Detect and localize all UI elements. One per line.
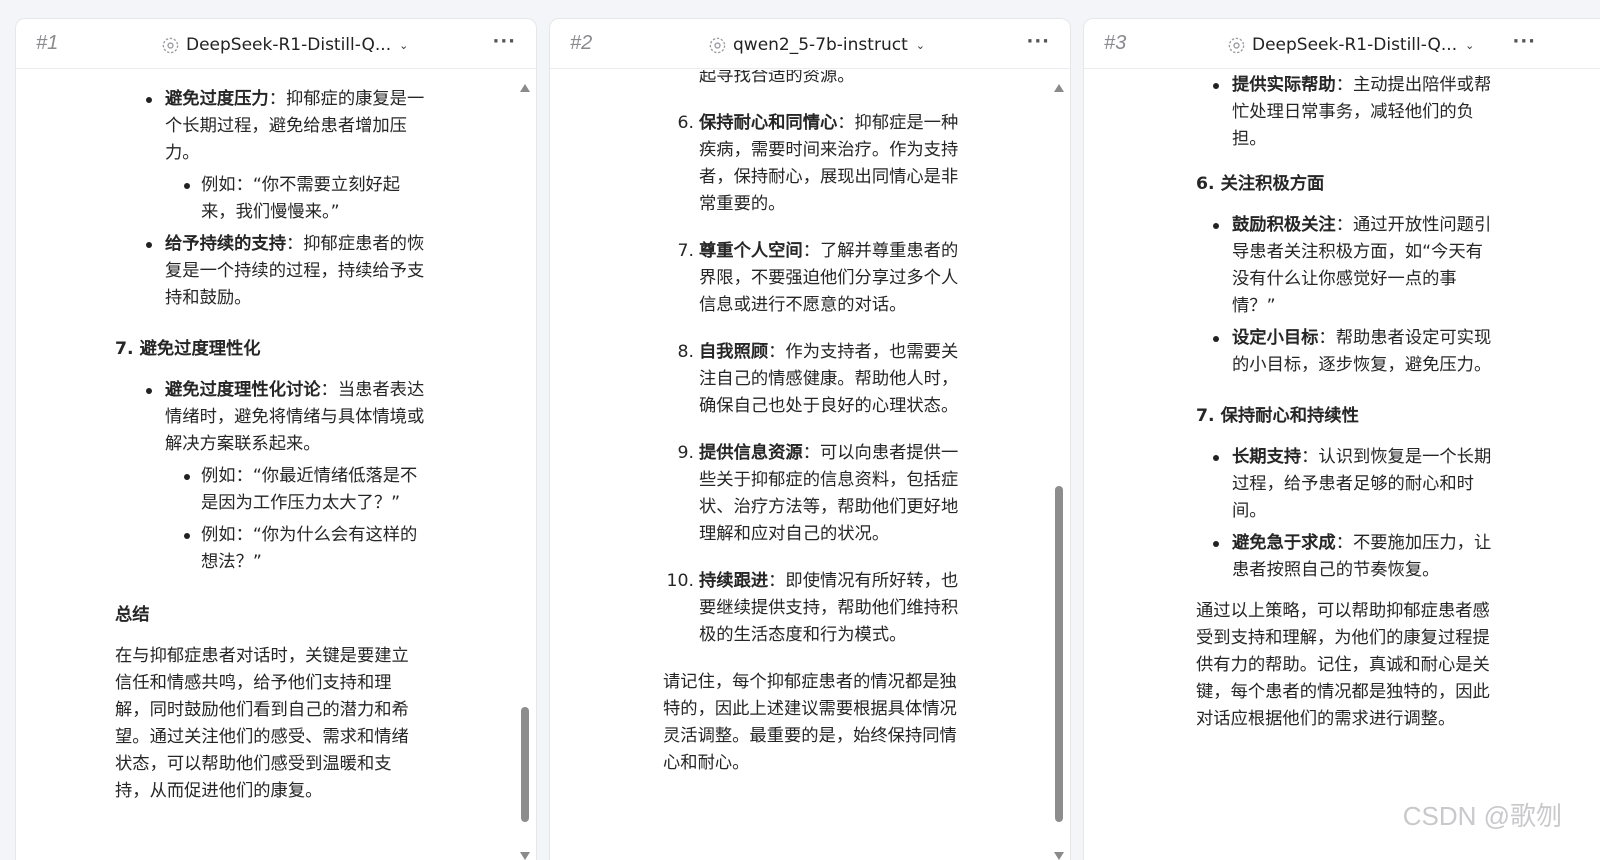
chevron-down-icon: ⌄: [399, 38, 409, 52]
list-item: 例如：“你最近情绪低落是不是因为工作压力太大了？”: [129, 463, 431, 517]
list-item: 避免急于求成：不要施加压力，让患者按照自己的节奏恢复。: [1196, 530, 1496, 584]
scroll-down-icon[interactable]: [520, 852, 530, 860]
panel-header: #2 qwen2_5-7b-instruct ⌄ ···: [550, 19, 1070, 69]
more-options-button[interactable]: ···: [1512, 31, 1536, 52]
summary-paragraph: 在与抑郁症患者对话时，关键是要建立信任和情感共鸣，给予他们支持和理解，同时鼓励他…: [115, 646, 409, 801]
panel-body: 避免过度压力：抑郁症的康复是一个长期过程，避免给患者增加压力。 例如：“你不需要…: [16, 70, 536, 860]
model-name: DeepSeek-R1-Distill-Q...: [186, 35, 392, 55]
model-selector[interactable]: DeepSeek-R1-Distill-Q... ⌄: [1227, 33, 1474, 57]
section-heading: 7. 避免过度理性化: [115, 339, 261, 359]
list-item: 10. 持续跟进：即使情况有所好转，也要继续提供支持，帮助他们维持积极的生活态度和…: [666, 571, 959, 645]
section-heading: 7. 保持耐心和持续性: [1196, 406, 1359, 426]
list-item: 避免过度压力：抑郁症的康复是一个长期过程，避免给患者增加压力。: [129, 86, 431, 167]
model-name: DeepSeek-R1-Distill-Q...: [1252, 35, 1458, 55]
panel-index: #1: [36, 32, 59, 54]
response-panel-2: #2 qwen2_5-7b-instruct ⌄ ··· 起寻找合适的资源。 6…: [549, 18, 1071, 860]
scrollbar[interactable]: [1052, 70, 1066, 860]
model-name: qwen2_5-7b-instruct: [733, 35, 908, 55]
list-item: 6. 保持耐心和同情心：抑郁症是一种疾病，需要时间来治疗。作为支持者，保持耐心，展…: [677, 113, 959, 214]
list-item: 避免过度理性化讨论：当患者表达情绪时，避免将情绪与具体情境或解决方案联系起来。: [129, 377, 431, 458]
scrollbar-thumb[interactable]: [1055, 486, 1063, 822]
more-options-button[interactable]: ···: [1026, 31, 1050, 52]
scroll-up-icon[interactable]: [1054, 84, 1064, 92]
list-item: 9. 提供信息资源：可以向患者提供一些关于抑郁症的信息资料，包括症状、治疗方法等，…: [677, 443, 959, 544]
model-icon: [709, 37, 726, 53]
list-item: 例如：“你不需要立刻好起来，我们慢慢来。”: [129, 172, 431, 226]
closing-paragraph: 通过以上策略，可以帮助抑郁症患者感受到支持和理解，为他们的康复过程提供有力的帮助…: [1196, 601, 1490, 729]
model-icon: [162, 37, 179, 53]
scroll-up-icon[interactable]: [520, 84, 530, 92]
response-content: 提供实际帮助：主动提出陪伴或帮忙处理日常事务，减轻他们的负担。 6. 关注积极方…: [1084, 72, 1504, 745]
panel-body: 起寻找合适的资源。 6. 保持耐心和同情心：抑郁症是一种疾病，需要时间来治疗。作为…: [550, 70, 1070, 860]
panel-header: #1 DeepSeek-R1-Distill-Q... ⌄ ···: [16, 19, 536, 69]
response-panel-1: #1 DeepSeek-R1-Distill-Q... ⌄ ··· 避免过度压力…: [15, 18, 537, 860]
panel-index: #2: [570, 32, 593, 54]
list-item: 给予持续的支持：抑郁症患者的恢复是一个持续的过程，持续给予支持和鼓励。: [129, 231, 431, 312]
cut-off-line: 起寻找合适的资源。: [699, 70, 855, 86]
list-item: 提供实际帮助：主动提出陪伴或帮忙处理日常事务，减轻他们的负担。: [1196, 72, 1496, 153]
list-item: 设定小目标：帮助患者设定可实现的小目标，逐步恢复，避免压力。: [1196, 325, 1496, 379]
model-selector[interactable]: qwen2_5-7b-instruct ⌄: [708, 33, 925, 57]
chevron-down-icon: ⌄: [1465, 38, 1475, 52]
list-item: 8. 自我照顾：作为支持者，也需要关注自己的情感健康。帮助他人时，确保自己也处于良…: [677, 342, 959, 416]
scroll-down-icon[interactable]: [1054, 852, 1064, 860]
response-panel-3: #3 DeepSeek-R1-Distill-Q... ⌄ ··· › 提供实际…: [1083, 18, 1600, 860]
response-content: 起寻找合适的资源。 6. 保持耐心和同情心：抑郁症是一种疾病，需要时间来治疗。作为…: [550, 70, 965, 789]
list-item: 例如：“你为什么会有这样的想法？”: [129, 522, 431, 576]
section-heading: 总结: [115, 605, 150, 625]
chevron-down-icon: ⌄: [915, 38, 925, 52]
watermark: CSDN @歌刎: [1402, 801, 1562, 831]
response-content: 避免过度压力：抑郁症的康复是一个长期过程，避免给患者增加压力。 例如：“你不需要…: [16, 86, 431, 817]
panel-body: 提供实际帮助：主动提出陪伴或帮忙处理日常事务，减轻他们的负担。 6. 关注积极方…: [1084, 70, 1600, 860]
list-item: 鼓励积极关注：通过开放性问题引导患者关注积极方面，如“今天有没有什么让你感觉好一…: [1196, 212, 1496, 320]
panel-header: #3 DeepSeek-R1-Distill-Q... ⌄ ··· ›: [1084, 19, 1600, 69]
model-selector[interactable]: DeepSeek-R1-Distill-Q... ⌄: [161, 33, 408, 57]
more-options-button[interactable]: ···: [492, 31, 516, 52]
list-item: 长期支持：认识到恢复是一个长期过程，给予患者足够的耐心和时间。: [1196, 444, 1496, 525]
scrollbar[interactable]: [518, 70, 532, 860]
panel-index: #3: [1104, 32, 1127, 54]
list-item: 7. 尊重个人空间：了解并尊重患者的界限，不要强迫他们分享过多个人信息或进行不愿意…: [677, 241, 959, 315]
closing-paragraph: 请记住，每个抑郁症患者的情况都是独特的，因此上述建议需要根据具体情况灵活调整。最…: [663, 672, 957, 773]
scrollbar-thumb[interactable]: [521, 707, 529, 822]
section-heading: 6. 关注积极方面: [1196, 174, 1325, 194]
model-icon: [1228, 37, 1245, 53]
